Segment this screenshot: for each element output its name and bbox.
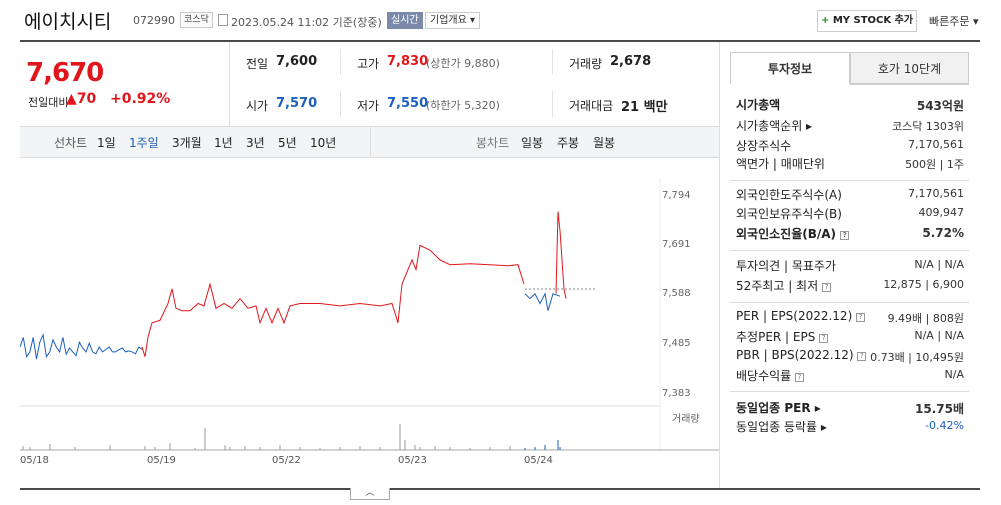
- change-value: ▲70: [66, 91, 97, 107]
- open-label: 시가: [246, 99, 269, 113]
- info-value: -0.42%: [925, 419, 964, 432]
- volume-label: 거래량: [569, 57, 603, 71]
- high-value: 7,830: [387, 54, 429, 69]
- info-value: 0.73배 | 10,495원: [870, 351, 964, 364]
- line-chart-label: 선차트: [54, 136, 88, 150]
- info-value: N/A: [944, 368, 964, 381]
- period-10y[interactable]: 10년: [310, 134, 336, 151]
- plus-icon: +: [820, 15, 830, 26]
- info-value: 12,875 | 6,900: [883, 278, 964, 291]
- section-divider: [730, 180, 969, 181]
- x-tick: 05/19: [147, 455, 176, 466]
- y-tick: 7,794: [662, 190, 691, 201]
- candle-daily[interactable]: 일봉: [521, 134, 543, 151]
- quote-datetime: 2023.05.24 11:02 기준(장중): [231, 16, 382, 29]
- amount-label: 거래대금: [569, 99, 614, 113]
- section-divider: [730, 391, 969, 392]
- low-label: 저가: [357, 99, 380, 113]
- info-value: 코스닥 1303위: [892, 120, 964, 133]
- price-line: [141, 244, 525, 357]
- info-value: 543억원: [916, 99, 964, 113]
- low-value: 7,550: [387, 96, 429, 111]
- amount-value: 21 백만: [621, 100, 668, 115]
- info-value: 409,947: [918, 206, 965, 219]
- candle-chart-label: 봉차트: [476, 136, 510, 150]
- up-triangle-icon: ▲: [66, 91, 77, 107]
- period-1y[interactable]: 1년: [214, 134, 233, 151]
- corp-overview-dropdown[interactable]: 기업개요 ▾: [425, 12, 480, 29]
- tab-hoga-10[interactable]: 호가 10단계: [850, 52, 969, 84]
- prev-close-label: 전일: [246, 57, 269, 71]
- content-divider: [20, 488, 980, 490]
- x-tick: 05/18: [20, 455, 49, 466]
- y-tick: 7,383: [662, 388, 691, 399]
- info-value: 5.72%: [922, 226, 964, 240]
- company-name: 에이치시티: [24, 11, 112, 33]
- prev-close-value: 7,600: [276, 54, 318, 69]
- x-tick: 05/22: [272, 455, 301, 466]
- section-divider: [730, 302, 969, 303]
- section-divider: [730, 250, 969, 251]
- high-label: 고가: [357, 57, 380, 71]
- price-line: [20, 333, 143, 360]
- price-line: [555, 211, 567, 299]
- period-3m[interactable]: 3개월: [172, 134, 202, 151]
- info-value: 15.75배: [915, 402, 964, 416]
- realtime-button[interactable]: 실시간: [387, 12, 423, 29]
- add-mystock-button[interactable]: + MY STOCK 추가: [817, 10, 917, 32]
- candle-weekly[interactable]: 주봉: [557, 134, 579, 151]
- y-tick: 7,588: [662, 288, 691, 299]
- x-tick: 05/23: [398, 455, 427, 466]
- candle-monthly[interactable]: 월봉: [593, 134, 615, 151]
- document-icon: [218, 14, 228, 26]
- x-tick: 05/24: [524, 455, 553, 466]
- quick-order-button[interactable]: 빠른주문 ▾: [929, 13, 979, 29]
- info-value: N/A | N/A: [914, 258, 964, 271]
- market-badge: 코스닥: [180, 12, 213, 28]
- lower-limit: (하한가 5,320): [426, 99, 500, 112]
- volume-value: 2,678: [610, 54, 652, 69]
- period-1d[interactable]: 1일: [97, 134, 116, 151]
- collapse-chevron-icon[interactable]: ︿: [350, 488, 390, 500]
- upper-limit: (상한가 9,880): [426, 57, 500, 70]
- price-line: [524, 292, 561, 311]
- change-label: 전일대비: [28, 96, 69, 109]
- stock-code: 072990: [133, 14, 175, 27]
- info-value: N/A | N/A: [914, 329, 964, 342]
- y-tick: 7,485: [662, 338, 691, 349]
- period-5y[interactable]: 5년: [278, 134, 297, 151]
- change-percent: +0.92%: [110, 91, 171, 107]
- info-value: 7,170,561: [908, 187, 964, 200]
- info-value: 500원 | 1주: [905, 158, 964, 171]
- volume-legend: 거래량: [672, 414, 700, 425]
- y-tick: 7,691: [662, 239, 691, 250]
- period-3y[interactable]: 3년: [246, 134, 265, 151]
- open-value: 7,570: [276, 96, 318, 111]
- info-value: 7,170,561: [908, 138, 964, 151]
- tab-investment-info[interactable]: 투자정보: [730, 52, 850, 84]
- info-value: 9.49배 | 808원: [887, 312, 964, 325]
- period-1w[interactable]: 1주일: [129, 134, 159, 151]
- current-price: 7,670: [26, 58, 104, 88]
- price-chart[interactable]: [20, 158, 719, 488]
- add-mystock-label: MY STOCK 추가: [832, 15, 914, 26]
